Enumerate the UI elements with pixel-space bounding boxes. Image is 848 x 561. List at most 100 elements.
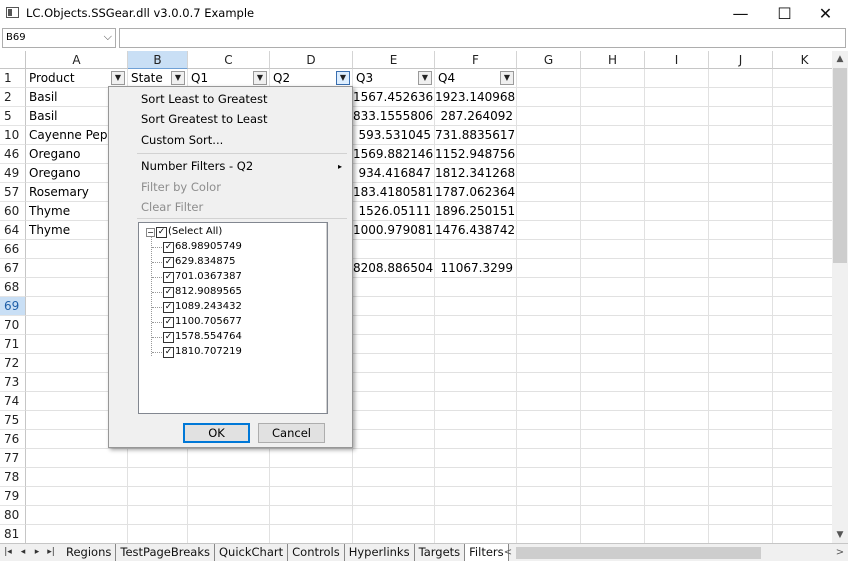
filter-value-row[interactable]: ✓ 629.834875	[152, 255, 235, 269]
sheet-tab-targets[interactable]: Targets	[415, 544, 466, 561]
row-header-60[interactable]: 60	[0, 202, 26, 221]
scroll-up-icon[interactable]: ▲	[832, 51, 848, 67]
filter-value-list[interactable]: − ✓ (Select All) ✓ 68.98905749 ✓ 629.834875…	[138, 222, 328, 414]
row-header-66[interactable]: 66	[0, 240, 26, 259]
checkbox-checked-icon[interactable]: ✓	[163, 316, 174, 328]
cell-e[interactable]: 183.4180581	[353, 183, 435, 202]
scroll-left-icon[interactable]: <	[500, 545, 516, 560]
checkbox-checked-icon[interactable]: ✓	[163, 286, 174, 298]
filter-value-row[interactable]: ✓ 1100.705677	[152, 315, 242, 329]
cell-f[interactable]	[435, 240, 517, 259]
column-header-c[interactable]: C	[188, 51, 270, 69]
list-scrollbar[interactable]	[326, 223, 327, 413]
column-header-h[interactable]: H	[581, 51, 645, 69]
filter-dropdown-icon-b[interactable]: ▼	[171, 71, 185, 85]
select-all-row[interactable]: − ✓ (Select All)	[146, 225, 222, 239]
cell-f[interactable]: 1476.438742	[435, 221, 517, 240]
header-cell-a[interactable]: Product	[26, 69, 110, 88]
column-header-e[interactable]: E	[353, 51, 435, 69]
sort-descending-item[interactable]: Sort Greatest to Least	[141, 109, 268, 129]
column-header-a[interactable]: A	[26, 51, 128, 69]
column-header-i[interactable]: I	[645, 51, 709, 69]
header-cell-f[interactable]: Q4	[435, 69, 499, 88]
row-header-74[interactable]: 74	[0, 392, 26, 411]
row-header-72[interactable]: 72	[0, 354, 26, 373]
close-button[interactable]: ✕	[803, 0, 848, 27]
cell-e[interactable]	[353, 240, 435, 259]
next-sheet-icon[interactable]: ▸	[31, 545, 43, 560]
horizontal-scrollbar[interactable]: < >	[500, 545, 844, 560]
column-header-j[interactable]: J	[709, 51, 773, 69]
row-header-78[interactable]: 78	[0, 468, 26, 487]
row-header-69[interactable]: 69	[0, 297, 26, 316]
column-header-f[interactable]: F	[435, 51, 517, 69]
cell-f[interactable]: 1812.341268	[435, 164, 517, 183]
column-header-g[interactable]: G	[517, 51, 581, 69]
sheet-tab-quickchart[interactable]: QuickChart	[215, 544, 289, 561]
checkbox-checked-icon[interactable]: ✓	[163, 346, 174, 358]
sheet-tab-regions[interactable]: Regions	[62, 544, 117, 561]
filter-value-row[interactable]: ✓ 1089.243432	[152, 300, 242, 314]
cell-e[interactable]: 593.531045	[353, 126, 435, 145]
filter-dropdown-icon-e[interactable]: ▼	[418, 71, 432, 85]
vertical-scrollbar[interactable]: ▲ ▼	[832, 51, 848, 543]
filter-dropdown-icon-a[interactable]: ▼	[111, 71, 125, 85]
cell-f[interactable]: 11067.3299	[435, 259, 517, 278]
column-header-b[interactable]: B	[128, 51, 188, 69]
horizontal-scroll-thumb[interactable]	[516, 547, 761, 559]
filter-dropdown-icon-f[interactable]: ▼	[500, 71, 514, 85]
number-filters-item[interactable]: Number Filters - Q2	[141, 156, 253, 176]
row-header-79[interactable]: 79	[0, 487, 26, 506]
ok-button[interactable]: OK	[183, 423, 250, 443]
row-header-64[interactable]: 64	[0, 221, 26, 240]
sheet-tab-controls[interactable]: Controls	[288, 544, 345, 561]
cell-e[interactable]: 8208.886504	[353, 259, 435, 278]
filter-dropdown-icon-d[interactable]: ▼	[336, 71, 350, 85]
row-header-77[interactable]: 77	[0, 449, 26, 468]
sheet-tab-hyperlinks[interactable]: Hyperlinks	[345, 544, 415, 561]
row-header-67[interactable]: 67	[0, 259, 26, 278]
cell-f[interactable]: 1152.948756	[435, 145, 517, 164]
checkbox-checked-icon[interactable]: ✓	[163, 271, 174, 283]
row-header-80[interactable]: 80	[0, 506, 26, 525]
cell-e[interactable]: 833.1555806	[353, 107, 435, 126]
cell-e[interactable]: 1569.882146	[353, 145, 435, 164]
first-sheet-icon[interactable]: |◂	[2, 545, 14, 560]
cell-f[interactable]: 1896.250151	[435, 202, 517, 221]
checkbox-checked-icon[interactable]: ✓	[156, 226, 167, 238]
filter-value-row[interactable]: ✓ 1810.707219	[152, 345, 242, 359]
cell-f[interactable]: 287.264092	[435, 107, 517, 126]
prev-sheet-icon[interactable]: ◂	[17, 545, 29, 560]
cancel-button[interactable]: Cancel	[258, 423, 325, 443]
row-header-5[interactable]: 5	[0, 107, 26, 126]
row-header-70[interactable]: 70	[0, 316, 26, 335]
cell-f[interactable]: 731.8835617	[435, 126, 517, 145]
row-header-75[interactable]: 75	[0, 411, 26, 430]
cell-f[interactable]: 1787.062364	[435, 183, 517, 202]
sheet-tab-testpagebreaks[interactable]: TestPageBreaks	[116, 544, 215, 561]
row-header-71[interactable]: 71	[0, 335, 26, 354]
row-header-46[interactable]: 46	[0, 145, 26, 164]
scroll-down-icon[interactable]: ▼	[832, 527, 848, 543]
name-box[interactable]: B69 ⌵	[2, 28, 116, 48]
row-header-68[interactable]: 68	[0, 278, 26, 297]
filter-value-row[interactable]: ✓ 812.9089565	[152, 285, 242, 299]
sort-ascending-item[interactable]: Sort Least to Greatest	[141, 89, 268, 109]
scroll-right-icon[interactable]: >	[832, 545, 848, 560]
cell-e[interactable]: 934.416847	[353, 164, 435, 183]
minimize-button[interactable]: —	[718, 0, 763, 27]
collapse-icon[interactable]: −	[146, 227, 155, 237]
filter-value-row[interactable]: ✓ 701.0367387	[152, 270, 242, 284]
row-header-1[interactable]: 1	[0, 69, 26, 88]
cell-e[interactable]: 1567.452636	[353, 88, 435, 107]
row-header-73[interactable]: 73	[0, 373, 26, 392]
custom-sort-item[interactable]: Custom Sort...	[141, 130, 223, 150]
last-sheet-icon[interactable]: ▸|	[45, 545, 57, 560]
vertical-scroll-thumb[interactable]	[833, 68, 847, 263]
row-header-49[interactable]: 49	[0, 164, 26, 183]
chevron-down-icon[interactable]: ⌵	[104, 30, 112, 44]
row-header-57[interactable]: 57	[0, 183, 26, 202]
filter-applied-icon-c[interactable]: ▼	[253, 71, 267, 85]
cell-e[interactable]: 1000.979081	[353, 221, 435, 240]
formula-input[interactable]	[119, 28, 846, 48]
